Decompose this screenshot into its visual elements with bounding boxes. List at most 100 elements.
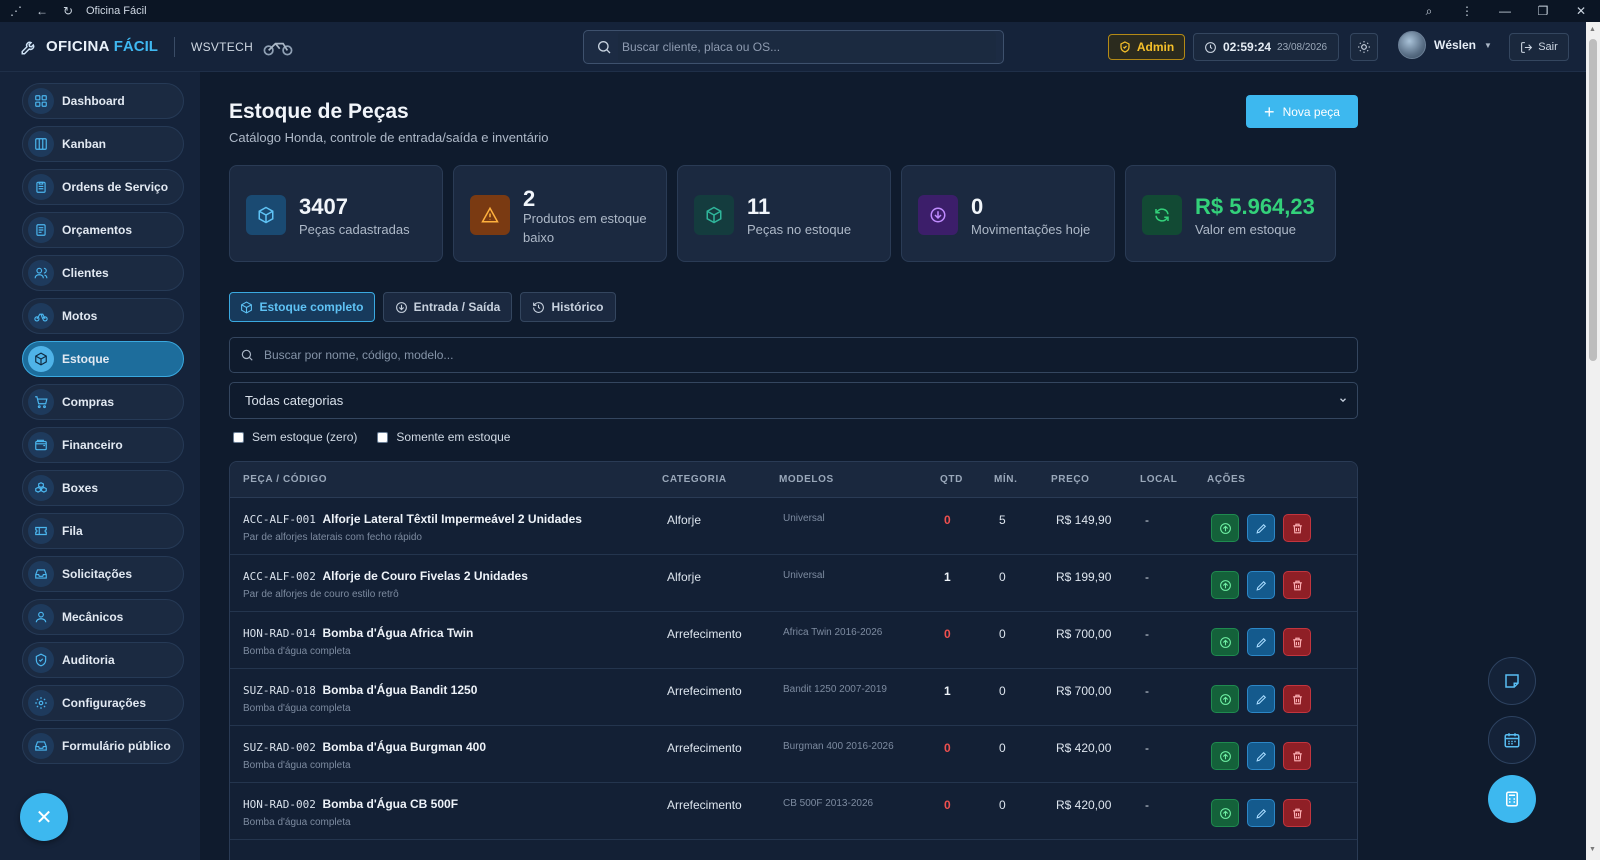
column-header: QTD	[940, 474, 963, 485]
sidebar-item-ordens-de-servico[interactable]: Ordens de Serviço	[22, 169, 184, 205]
parts-search-input[interactable]	[264, 348, 1344, 362]
sidebar-item-solicitacoes[interactable]: Solicitações	[22, 556, 184, 592]
sidebar-item-clientes[interactable]: Clientes	[22, 255, 184, 291]
avatar[interactable]	[1398, 31, 1426, 59]
edit-button[interactable]	[1247, 628, 1275, 656]
user-menu[interactable]: Wéslen ▼	[1398, 31, 1492, 59]
sidebar-item-formulario-publico[interactable]: Formulário público	[22, 728, 184, 764]
sidebar-item-compras[interactable]: Compras	[22, 384, 184, 420]
minimize-button[interactable]: —	[1486, 4, 1524, 18]
sidebar-item-financeiro[interactable]: Financeiro	[22, 427, 184, 463]
calculator-fab-button[interactable]	[1488, 775, 1536, 823]
part-name: Bomba d'Água CB 500F	[322, 797, 459, 811]
theme-toggle-button[interactable]	[1350, 33, 1378, 61]
tab-historico[interactable]: Histórico	[520, 292, 616, 322]
global-search-input[interactable]	[618, 32, 996, 62]
zoom-icon[interactable]: ⌕	[1410, 4, 1448, 19]
calculator-icon	[1506, 791, 1518, 807]
table-row[interactable]: SUZ-RAD-002 Bomba d'Água Burgman 400 Bom…	[230, 726, 1357, 783]
delete-button[interactable]	[1283, 742, 1311, 770]
close-window-button[interactable]: ✕	[1562, 4, 1600, 18]
new-part-button[interactable]: + Nova peça	[1246, 95, 1358, 128]
scrollbar-thumb[interactable]	[1589, 39, 1597, 361]
parts-search[interactable]	[229, 337, 1358, 373]
calendar-fab-button[interactable]	[1488, 716, 1536, 764]
part-price: R$ 199,90	[1056, 570, 1112, 584]
part-models: Universal	[783, 570, 825, 581]
page-scrollbar[interactable]: ▲ ▼	[1586, 22, 1600, 860]
stat-card-stock-value: R$ 5.964,23 Valor em estoque	[1125, 165, 1336, 262]
global-search[interactable]	[583, 30, 1004, 64]
table-row-partial[interactable]	[230, 840, 1357, 860]
stock-movement-button[interactable]	[1211, 514, 1239, 542]
sidebar-item-label: Fila	[62, 524, 83, 538]
category-selected-value: Todas categorias	[245, 393, 344, 408]
table-row[interactable]: ACC-ALF-002 Alforje de Couro Fivelas 2 U…	[230, 555, 1357, 612]
part-category: Alforje	[667, 570, 702, 584]
table-row[interactable]: HON-RAD-014 Bomba d'Água Africa Twin Bom…	[230, 612, 1357, 669]
main-content: Estoque de Peças Catálogo Honda, control…	[200, 72, 1586, 860]
more-menu-icon[interactable]: ⋮	[1448, 4, 1486, 18]
arrow-down-circle-icon	[918, 195, 958, 235]
table-header: PEÇA / CÓDIGO CATEGORIA MODELOS QTD MÍN.…	[230, 462, 1357, 498]
table-row[interactable]: HON-RAD-002 Bomba d'Água CB 500F Bomba d…	[230, 783, 1357, 840]
edit-button[interactable]	[1247, 799, 1275, 827]
delete-button[interactable]	[1283, 571, 1311, 599]
sidebar-item-motos[interactable]: Motos	[22, 298, 184, 334]
close-sidebar-button[interactable]: ✕	[20, 793, 68, 841]
logout-button[interactable]: Sair	[1509, 33, 1569, 61]
filter-no-stock[interactable]: Sem estoque (zero)	[233, 430, 357, 444]
stock-movement-button[interactable]	[1211, 685, 1239, 713]
sidebar-item-configuracoes[interactable]: Configurações	[22, 685, 184, 721]
stock-movement-button[interactable]	[1211, 571, 1239, 599]
delete-button[interactable]	[1283, 628, 1311, 656]
checkbox-no-stock[interactable]	[233, 431, 244, 443]
role-badge-label: Admin	[1136, 40, 1175, 54]
tab-entrada-saida[interactable]: Entrada / Saída	[383, 292, 512, 322]
edit-button[interactable]	[1247, 514, 1275, 542]
checkbox-in-stock[interactable]	[377, 431, 389, 443]
edit-button[interactable]	[1247, 685, 1275, 713]
logout-icon	[1521, 41, 1533, 53]
sun-icon	[1358, 41, 1370, 53]
reload-icon[interactable]: ↻	[60, 4, 76, 18]
back-arrow-icon[interactable]: ←	[34, 4, 50, 18]
sidebar-item-auditoria[interactable]: Auditoria	[22, 642, 184, 678]
edit-button[interactable]	[1247, 742, 1275, 770]
sidebar-item-dashboard[interactable]: Dashboard	[22, 83, 184, 119]
notes-fab-button[interactable]	[1488, 657, 1536, 705]
app-menu-icon[interactable]: ⋰	[8, 4, 24, 18]
sidebar-item-label: Kanban	[62, 137, 107, 151]
pencil-icon	[1255, 694, 1266, 705]
part-name: Alforje Lateral Têxtil Impermeável 2 Uni…	[322, 512, 582, 526]
stock-movement-button[interactable]	[1211, 799, 1239, 827]
table-row[interactable]: SUZ-RAD-018 Bomba d'Água Bandit 1250 Bom…	[230, 669, 1357, 726]
filter-in-stock[interactable]: Somente em estoque	[377, 430, 510, 444]
stock-movement-button[interactable]	[1211, 628, 1239, 656]
category-select[interactable]: Todas categorias	[229, 382, 1358, 419]
sidebar-item-mecanicos[interactable]: Mecânicos	[22, 599, 184, 635]
arrow-down-circle-icon	[395, 301, 407, 313]
sidebar-item-estoque[interactable]: Estoque	[22, 341, 184, 377]
tab-estoque-completo[interactable]: Estoque completo	[229, 292, 375, 322]
restore-button[interactable]: ❐	[1524, 4, 1562, 18]
stat-value: 11	[747, 194, 771, 219]
edit-button[interactable]	[1247, 571, 1275, 599]
refresh-icon	[1142, 195, 1182, 235]
part-min: 0	[999, 684, 1006, 698]
arrow-up-circle-icon	[1219, 807, 1231, 819]
scroll-down-arrow-icon[interactable]: ▼	[1589, 846, 1596, 853]
delete-button[interactable]	[1283, 685, 1311, 713]
sidebar-item-kanban[interactable]: Kanban	[22, 126, 184, 162]
sidebar-item-fila[interactable]: Fila	[22, 513, 184, 549]
brand[interactable]: OFICINA FÁCIL WSVTECH	[0, 36, 295, 57]
part-category: Arrefecimento	[667, 627, 742, 641]
scroll-up-arrow-icon[interactable]: ▲	[1589, 26, 1596, 33]
delete-button[interactable]	[1283, 514, 1311, 542]
sidebar-item-orcamentos[interactable]: Orçamentos	[22, 212, 184, 248]
table-row[interactable]: ACC-ALF-001 Alforje Lateral Têxtil Imper…	[230, 498, 1357, 555]
sidebar-item-boxes[interactable]: Boxes	[22, 470, 184, 506]
delete-button[interactable]	[1283, 799, 1311, 827]
clock-time: 02:59:24	[1223, 40, 1272, 54]
stock-movement-button[interactable]	[1211, 742, 1239, 770]
